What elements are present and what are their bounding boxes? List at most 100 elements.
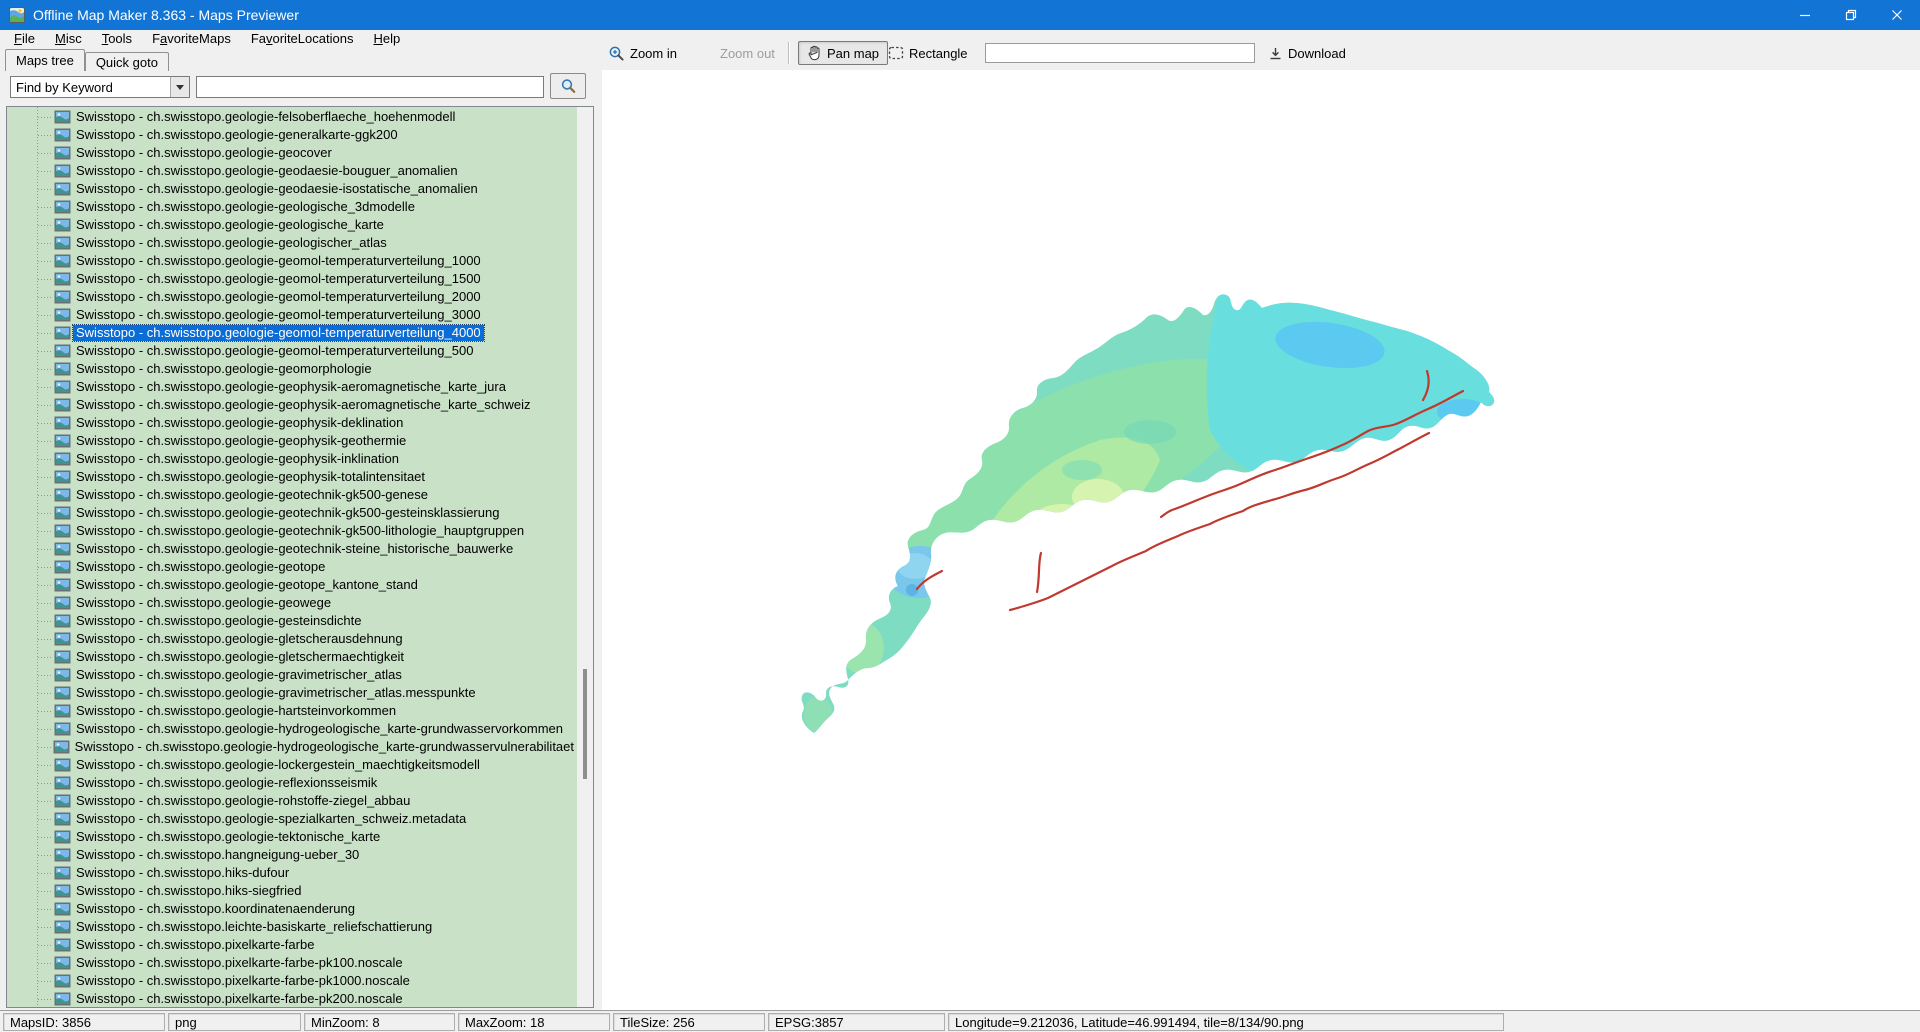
- tree-item[interactable]: Swisstopo - ch.swisstopo.geologie-geotop…: [7, 576, 577, 594]
- tree-item[interactable]: Swisstopo - ch.swisstopo.geologie-gestei…: [7, 612, 577, 630]
- tree-item[interactable]: Swisstopo - ch.swisstopo.geologie-geophy…: [7, 414, 577, 432]
- status-segment-5: EPSG:3857: [768, 1013, 945, 1031]
- toolbar-input[interactable]: [985, 43, 1255, 63]
- tree-item[interactable]: Swisstopo - ch.swisstopo.geologie-geotop…: [7, 558, 577, 576]
- tree-item[interactable]: Swisstopo - ch.swisstopo.geologie-geotec…: [7, 522, 577, 540]
- tree-connector: [38, 837, 52, 838]
- tree-connector: [38, 441, 52, 442]
- tree-item[interactable]: Swisstopo - ch.swisstopo.geologie-geotec…: [7, 504, 577, 522]
- maps-tree-list[interactable]: Swisstopo - ch.swisstopo.geologie-felsob…: [7, 107, 577, 1007]
- tree-item-label: Swisstopo - ch.swisstopo.geologie-hartst…: [73, 703, 399, 719]
- zoom-out-button[interactable]: Zoom out: [720, 36, 775, 70]
- tree-connector: [38, 621, 52, 622]
- tree-item[interactable]: Swisstopo - ch.swisstopo.geologie-hydrog…: [7, 720, 577, 738]
- tree-connector: [38, 819, 52, 820]
- tree-item[interactable]: Swisstopo - ch.swisstopo.geologie-hydrog…: [7, 738, 577, 756]
- tree-item[interactable]: Swisstopo - ch.swisstopo.geologie-geophy…: [7, 396, 577, 414]
- tree-item[interactable]: Swisstopo - ch.swisstopo.geologie-geodae…: [7, 180, 577, 198]
- temperature-basin: [802, 290, 1500, 733]
- combo-dropdown-button[interactable]: [170, 77, 189, 97]
- tree-connector: [38, 459, 52, 460]
- tree-item[interactable]: Swisstopo - ch.swisstopo.hiks-dufour: [7, 864, 577, 882]
- tree-item[interactable]: Swisstopo - ch.swisstopo.hiks-siegfried: [7, 882, 577, 900]
- tree-item[interactable]: Swisstopo - ch.swisstopo.geologie-geolog…: [7, 216, 577, 234]
- tree-connector: [38, 711, 52, 712]
- pan-map-button[interactable]: Pan map: [798, 41, 888, 65]
- menu-favoritelocations[interactable]: FavoriteLocations: [241, 30, 364, 48]
- tree-item[interactable]: Swisstopo - ch.swisstopo.geologie-geophy…: [7, 468, 577, 486]
- menu-file[interactable]: File: [4, 30, 45, 48]
- tree-item[interactable]: Swisstopo - ch.swisstopo.geologie-geomol…: [7, 252, 577, 270]
- tree-item[interactable]: Swisstopo - ch.swisstopo.geologie-geomol…: [7, 324, 577, 342]
- map-preview[interactable]: [602, 70, 1920, 1010]
- tree-item[interactable]: Swisstopo - ch.swisstopo.leichte-basiska…: [7, 918, 577, 936]
- menu-favoritemaps[interactable]: FavoriteMaps: [142, 30, 241, 48]
- tree-item[interactable]: Swisstopo - ch.swisstopo.pixelkarte-farb…: [7, 954, 577, 972]
- titlebar[interactable]: Offline Map Maker 8.363 - Maps Previewer: [0, 0, 1920, 30]
- tree-item-label: Swisstopo - ch.swisstopo.geologie-genera…: [73, 127, 401, 143]
- tree-item[interactable]: Swisstopo - ch.swisstopo.geologie-geomol…: [7, 288, 577, 306]
- menu-tools[interactable]: Tools: [92, 30, 142, 48]
- tree-item[interactable]: Swisstopo - ch.swisstopo.geologie-geotec…: [7, 486, 577, 504]
- map-layer-icon: [54, 722, 71, 736]
- tree-item[interactable]: Swisstopo - ch.swisstopo.geologie-geotec…: [7, 540, 577, 558]
- tree-item[interactable]: Swisstopo - ch.swisstopo.geologie-geomor…: [7, 360, 577, 378]
- close-button[interactable]: [1874, 0, 1920, 30]
- tree-item[interactable]: Swisstopo - ch.swisstopo.geologie-rohsto…: [7, 792, 577, 810]
- tree-item[interactable]: Swisstopo - ch.swisstopo.geologie-gravim…: [7, 666, 577, 684]
- tree-item[interactable]: Swisstopo - ch.swisstopo.geologie-geolog…: [7, 198, 577, 216]
- minimize-button[interactable]: [1782, 0, 1828, 30]
- tree-item[interactable]: Swisstopo - ch.swisstopo.geologie-geophy…: [7, 432, 577, 450]
- menu-misc[interactable]: Misc: [45, 30, 92, 48]
- tree-connector: [38, 171, 52, 172]
- search-button[interactable]: [550, 73, 586, 99]
- tree-item[interactable]: Swisstopo - ch.swisstopo.geologie-tekton…: [7, 828, 577, 846]
- tree-item[interactable]: Swisstopo - ch.swisstopo.geologie-reflex…: [7, 774, 577, 792]
- tree-connector: [38, 909, 52, 910]
- tree-connector: [38, 333, 52, 334]
- tree-item[interactable]: Swisstopo - ch.swisstopo.geologie-gletsc…: [7, 648, 577, 666]
- tree-item[interactable]: Swisstopo - ch.swisstopo.geologie-geophy…: [7, 378, 577, 396]
- tree-item[interactable]: Swisstopo - ch.swisstopo.pixelkarte-farb…: [7, 990, 577, 1007]
- tree-item[interactable]: Swisstopo - ch.swisstopo.geologie-hartst…: [7, 702, 577, 720]
- tree-connector: [38, 639, 52, 640]
- tree-item[interactable]: Swisstopo - ch.swisstopo.pixelkarte-farb…: [7, 972, 577, 990]
- tree-item[interactable]: Swisstopo - ch.swisstopo.geologie-geophy…: [7, 450, 577, 468]
- tree-item[interactable]: Swisstopo - ch.swisstopo.hangneigung-ueb…: [7, 846, 577, 864]
- restore-button[interactable]: [1828, 0, 1874, 30]
- tree-item[interactable]: Swisstopo - ch.swisstopo.geologie-geomol…: [7, 342, 577, 360]
- tree-item[interactable]: Swisstopo - ch.swisstopo.geologie-gletsc…: [7, 630, 577, 648]
- map-layer-icon: [54, 434, 71, 448]
- tab-maps-tree[interactable]: Maps tree: [5, 49, 85, 71]
- tree-item[interactable]: Swisstopo - ch.swisstopo.geologie-gravim…: [7, 684, 577, 702]
- tree-item[interactable]: Swisstopo - ch.swisstopo.pixelkarte-farb…: [7, 936, 577, 954]
- tree-item[interactable]: Swisstopo - ch.swisstopo.geologie-genera…: [7, 126, 577, 144]
- zoom-in-button[interactable]: Zoom in: [608, 36, 677, 70]
- tab-quick-goto[interactable]: Quick goto: [85, 52, 169, 71]
- map-layer-icon: [53, 740, 70, 754]
- tree-item[interactable]: Swisstopo - ch.swisstopo.geologie-geoweg…: [7, 594, 577, 612]
- find-mode-combobox[interactable]: Find by Keyword: [10, 76, 190, 98]
- menu-help[interactable]: Help: [363, 30, 410, 48]
- tree-item[interactable]: Swisstopo - ch.swisstopo.geologie-geocov…: [7, 144, 577, 162]
- tree-item-label: Swisstopo - ch.swisstopo.geologie-spezia…: [73, 811, 469, 827]
- tree-item[interactable]: Swisstopo - ch.swisstopo.geologie-geomol…: [7, 270, 577, 288]
- tree-item[interactable]: Swisstopo - ch.swisstopo.geologie-felsob…: [7, 108, 577, 126]
- tree-scrollbar[interactable]: [577, 107, 593, 1007]
- download-button[interactable]: Download: [1268, 36, 1346, 70]
- tree-item[interactable]: Swisstopo - ch.swisstopo.geologie-geomol…: [7, 306, 577, 324]
- tree-connector: [38, 351, 52, 352]
- tree-item[interactable]: Swisstopo - ch.swisstopo.geologie-spezia…: [7, 810, 577, 828]
- scrollbar-thumb[interactable]: [583, 669, 587, 779]
- tree-item[interactable]: Swisstopo - ch.swisstopo.geologie-geodae…: [7, 162, 577, 180]
- tree-item[interactable]: Swisstopo - ch.swisstopo.geologie-locker…: [7, 756, 577, 774]
- map-area: [602, 70, 1920, 1010]
- tree-item[interactable]: Swisstopo - ch.swisstopo.geologie-geolog…: [7, 234, 577, 252]
- tree-item-label: Swisstopo - ch.swisstopo.geologie-geolog…: [73, 235, 390, 251]
- pan-hand-icon: [807, 45, 822, 61]
- rectangle-button[interactable]: Rectangle: [888, 36, 968, 70]
- tree-item-label: Swisstopo - ch.swisstopo.geologie-geotec…: [73, 505, 502, 521]
- keyword-input[interactable]: [196, 76, 544, 98]
- tree-item[interactable]: Swisstopo - ch.swisstopo.koordinatenaend…: [7, 900, 577, 918]
- chevron-down-icon: [176, 85, 184, 90]
